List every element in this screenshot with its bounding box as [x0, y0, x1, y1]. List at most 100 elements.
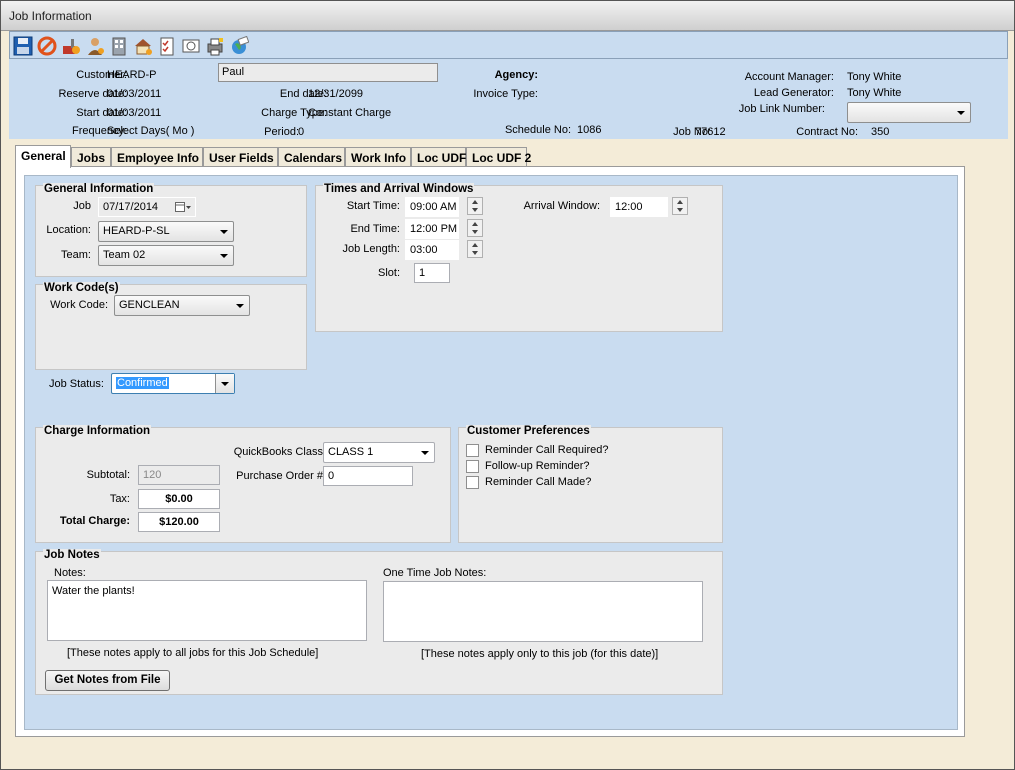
- job-length-spinner[interactable]: [467, 240, 483, 258]
- job-notes-group: Job Notes Notes: Water the plants! [Thes…: [35, 549, 723, 695]
- house-icon[interactable]: [132, 35, 154, 57]
- calendar-icon[interactable]: [175, 202, 191, 213]
- notes-textarea[interactable]: Water the plants!: [47, 580, 367, 641]
- job-date-value: 07/17/2014: [103, 201, 159, 213]
- work-codes-group: Work Code(s) Work Code: GENCLEAN: [35, 282, 307, 370]
- team-select[interactable]: Team 02: [98, 245, 234, 266]
- toolbar: [9, 31, 1008, 59]
- job-link-label: Job Link Number:: [738, 103, 825, 115]
- reserve-date-value: 01/03/2011: [107, 88, 162, 100]
- tab-jobs[interactable]: Jobs: [71, 147, 111, 167]
- window-title: Job Information: [9, 9, 92, 23]
- reminder-call-made-checkbox[interactable]: [466, 476, 479, 489]
- chevron-down-icon: [421, 451, 429, 455]
- person-icon[interactable]: [84, 35, 106, 57]
- arrival-window-spinner[interactable]: [672, 197, 688, 215]
- contract-no-label: Contract No:: [796, 126, 858, 138]
- work-code-value: GENCLEAN: [119, 299, 180, 311]
- reminder-call-made-label: Reminder Call Made?: [485, 476, 592, 488]
- job-link-select[interactable]: [847, 102, 971, 123]
- one-time-notes-textarea[interactable]: [383, 581, 703, 642]
- job-information-window: Job Information Customer: HEARD-P Paul R…: [0, 0, 1015, 770]
- customer-preferences-title: Customer Preferences: [466, 425, 591, 437]
- job-status-value: Confirmed: [116, 377, 169, 389]
- schedule-no-label: Schedule No:: [504, 124, 571, 136]
- tab-loc-udf-2[interactable]: Loc UDF 2: [466, 147, 531, 167]
- tab-user-fields[interactable]: User Fields: [203, 147, 278, 167]
- chevron-down-icon: [220, 230, 228, 234]
- job-length-label: Job Length:: [342, 243, 401, 255]
- tab-general[interactable]: General: [15, 145, 71, 168]
- total-charge-label: Total Charge:: [59, 515, 130, 527]
- building-icon[interactable]: [108, 35, 130, 57]
- follow-up-reminder-checkbox[interactable]: [466, 460, 479, 473]
- tab-work-info[interactable]: Work Info: [345, 147, 411, 167]
- schedule-no-value: 1086: [577, 124, 602, 136]
- account-manager-label: Account Manager:: [744, 71, 834, 83]
- end-time-label: End Time:: [350, 223, 400, 235]
- purchase-order-label: Purchase Order #:: [236, 470, 326, 482]
- general-information-title: General Information: [43, 183, 155, 195]
- slot-label: Slot:: [377, 267, 400, 279]
- purchase-order-field[interactable]: 0: [323, 466, 413, 486]
- end-time-spinner[interactable]: [467, 219, 483, 237]
- job-date-field[interactable]: 07/17/2014: [98, 197, 196, 217]
- slot-field[interactable]: 1: [414, 263, 450, 283]
- reminder-call-required-label: Reminder Call Required?: [485, 444, 609, 456]
- status-bar: [1, 743, 1014, 769]
- globe-icon[interactable]: [228, 35, 250, 57]
- preview-icon[interactable]: [180, 35, 202, 57]
- tools-icon[interactable]: [60, 35, 82, 57]
- arrival-window-field[interactable]: 12:00: [610, 197, 668, 217]
- start-time-field[interactable]: 09:00 AM: [405, 197, 459, 217]
- job-length-field[interactable]: 03:00: [405, 240, 459, 260]
- charge-information-title: Charge Information: [43, 425, 152, 437]
- job-no-value: 77612: [695, 126, 726, 138]
- tab-employee-info[interactable]: Employee Info: [111, 147, 203, 167]
- job-status-select[interactable]: Confirmed: [111, 373, 235, 394]
- reminder-call-required-checkbox[interactable]: [466, 444, 479, 457]
- general-information-group: General Information Job 07/17/2014 Locat…: [35, 183, 307, 277]
- work-code-select[interactable]: GENCLEAN: [114, 295, 250, 316]
- get-notes-from-file-button[interactable]: Get Notes from File: [45, 670, 170, 691]
- tab-loc-udf[interactable]: Loc UDF: [411, 147, 466, 167]
- work-code-label: Work Code:: [50, 299, 108, 311]
- cancel-icon[interactable]: [36, 35, 58, 57]
- frequency-value: Select Days( Mo ): [107, 125, 195, 137]
- invoice-type-label: Invoice Type:: [473, 88, 538, 100]
- checklist-icon[interactable]: [156, 35, 178, 57]
- general-tab-panel: General Information Job 07/17/2014 Locat…: [15, 166, 965, 737]
- location-value: HEARD-P-SL: [103, 225, 170, 237]
- start-date-value: 01/03/2011: [107, 107, 162, 119]
- job-notes-title: Job Notes: [43, 549, 101, 561]
- notes-hint: [These notes apply to all jobs for this …: [67, 647, 319, 659]
- job-status-label: Job Status:: [48, 378, 104, 390]
- start-time-label: Start Time:: [346, 200, 400, 212]
- times-title: Times and Arrival Windows: [323, 183, 475, 195]
- chevron-down-icon: [236, 304, 244, 308]
- start-time-spinner[interactable]: [467, 197, 483, 215]
- contact-name-field[interactable]: Paul: [218, 63, 438, 82]
- quickbooks-class-select[interactable]: CLASS 1: [323, 442, 435, 463]
- period-value: 0: [298, 126, 305, 138]
- account-manager-value: Tony White: [847, 71, 902, 83]
- lead-generator-label: Lead Generator:: [753, 87, 834, 99]
- team-label: Team:: [61, 249, 91, 261]
- title-bar: Job Information: [1, 1, 1014, 31]
- customer-preferences-group: Customer Preferences Reminder Call Requi…: [458, 425, 723, 543]
- print-icon[interactable]: [204, 35, 226, 57]
- period-label: Period:: [264, 126, 299, 138]
- save-icon[interactable]: [12, 35, 34, 57]
- location-select[interactable]: HEARD-P-SL: [98, 221, 234, 242]
- team-value: Team 02: [103, 249, 146, 261]
- notes-label: Notes:: [54, 567, 86, 579]
- end-date-value: 12/31/2099: [308, 88, 364, 100]
- general-content: General Information Job 07/17/2014 Locat…: [24, 175, 958, 730]
- tab-calendars[interactable]: Calendars: [278, 147, 345, 167]
- end-time-field[interactable]: 12:00 PM: [405, 219, 459, 239]
- quickbooks-class-value: CLASS 1: [328, 446, 374, 458]
- arrival-window-label: Arrival Window:: [523, 200, 600, 212]
- tax-field[interactable]: $0.00: [138, 489, 220, 509]
- charge-information-group: Charge Information QuickBooks Class: CLA…: [35, 425, 451, 543]
- total-charge-field: $120.00: [138, 512, 220, 532]
